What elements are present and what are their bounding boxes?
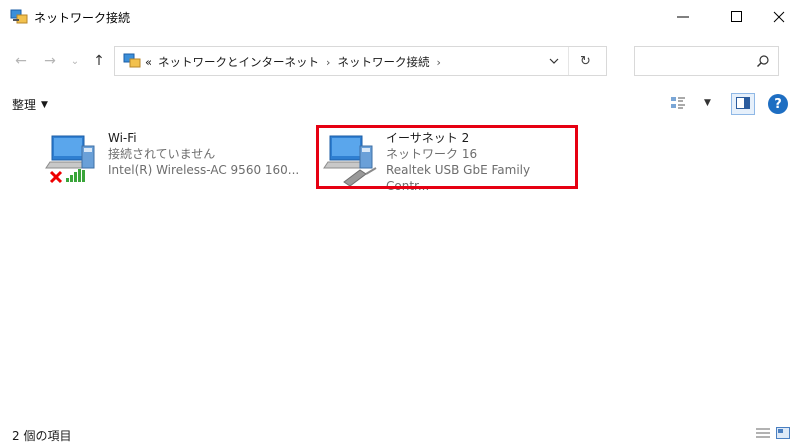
details-view-icon[interactable]	[756, 427, 770, 439]
organize-label: 整理	[12, 98, 37, 112]
view-options-caret-icon[interactable]: ▼	[704, 98, 711, 108]
item-count: 2 個の項目	[12, 429, 72, 443]
change-view-icon[interactable]	[670, 95, 686, 111]
back-arrow-icon[interactable]: ←	[12, 52, 30, 70]
address-bar[interactable]: « ネットワークとインターネット › ネットワーク接続 › ↻	[114, 46, 607, 76]
command-bar: 整理 ▼ ▼ ?	[0, 90, 797, 118]
connection-status: 接続されていません	[108, 147, 216, 161]
forward-arrow-icon[interactable]: →	[41, 52, 59, 70]
network-location-icon	[123, 53, 141, 69]
connection-name: Wi-Fi	[108, 131, 137, 145]
status-bar: 2 個の項目	[0, 423, 797, 443]
up-arrow-icon[interactable]: ↑	[90, 52, 108, 70]
network-connections-icon	[10, 9, 28, 25]
help-icon[interactable]: ?	[768, 94, 788, 114]
maximize-button[interactable]	[714, 0, 760, 34]
caret-down-icon: ▼	[41, 99, 48, 110]
minimize-button[interactable]	[660, 0, 706, 34]
search-input[interactable]	[634, 46, 779, 76]
breadcrumb-network-internet[interactable]: ネットワークとインターネット	[158, 54, 319, 70]
address-dropdown-icon[interactable]	[546, 53, 562, 69]
breadcrumb-network-connections[interactable]: ネットワーク接続	[337, 54, 429, 70]
breadcrumb: « ネットワークとインターネット › ネットワーク接続 ›	[145, 54, 448, 70]
navigation-bar: ← → ⌄ ↑ « ネットワークとインターネット › ネットワーク接続 › ↻	[0, 46, 797, 76]
close-button[interactable]	[760, 0, 797, 34]
list-item-wifi[interactable]: Wi-Fi 接続されていません Intel(R) Wireless-AC 956…	[44, 130, 304, 186]
breadcrumb-separator-icon[interactable]: ›	[326, 56, 330, 69]
recent-locations-chevron-icon[interactable]: ⌄	[66, 52, 84, 70]
connection-text: Wi-Fi 接続されていません Intel(R) Wireless-AC 956…	[108, 130, 299, 178]
connection-device: Intel(R) Wireless-AC 9560 160...	[108, 163, 300, 177]
title-bar: ネットワーク接続	[0, 0, 797, 34]
refresh-icon[interactable]: ↻	[568, 47, 602, 75]
breadcrumb-overflow[interactable]: «	[145, 55, 152, 69]
organize-menu-button[interactable]: 整理 ▼	[12, 96, 48, 113]
wireless-adapter-disconnected-icon	[44, 132, 104, 186]
preview-pane-button[interactable]	[731, 93, 755, 115]
preview-pane-icon	[736, 96, 750, 112]
breadcrumb-separator-icon[interactable]: ›	[436, 56, 440, 69]
highlight-box	[316, 125, 578, 189]
window-title: ネットワーク接続	[34, 11, 131, 25]
search-icon[interactable]	[756, 54, 770, 71]
large-icons-view-icon[interactable]	[776, 427, 790, 439]
